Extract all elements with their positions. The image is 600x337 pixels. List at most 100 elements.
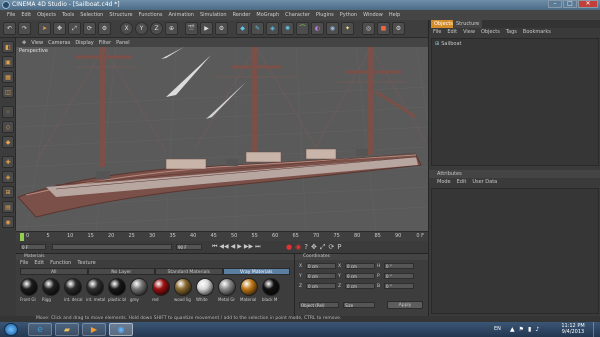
material-item[interactable]: red <box>152 278 172 302</box>
coordinate-field[interactable]: 0 cm <box>306 283 336 289</box>
object-menu-bookmarks[interactable]: Bookmarks <box>523 29 551 36</box>
material-item[interactable]: plastic bl <box>108 278 128 302</box>
materials-menu-texture[interactable]: Texture <box>77 260 95 267</box>
coordinate-field[interactable]: 0 cm <box>345 283 375 289</box>
materials-menu-file[interactable]: File <box>20 260 28 267</box>
preview-range-slider[interactable] <box>52 244 172 250</box>
autokey-icon[interactable]: ◉ <box>295 243 301 252</box>
material-item[interactable]: White <box>196 278 216 302</box>
coordinate-mode-select[interactable]: Object (Rel) <box>299 302 339 308</box>
go-to-end-icon[interactable]: ⏭ <box>255 243 260 251</box>
previous-frame-icon[interactable]: ◀ <box>231 243 236 251</box>
explorer-taskbar-icon[interactable]: ▰ <box>55 323 79 336</box>
menu-mograph[interactable]: MoGraph <box>253 12 282 18</box>
object-tree-item[interactable]: ⊞ Sailboat <box>435 41 461 47</box>
media-player-taskbar-icon[interactable]: ▶ <box>82 323 106 336</box>
menu-python[interactable]: Python <box>337 12 360 18</box>
make-editable-icon[interactable]: ◧ <box>2 41 14 53</box>
object-tree[interactable]: ⊞ Sailboat <box>431 38 599 166</box>
viewport-menu-view[interactable]: View <box>31 40 43 46</box>
coordinate-field[interactable]: 0 ° <box>384 283 414 289</box>
cinema4d-taskbar-icon[interactable]: ◉ <box>109 323 133 336</box>
coordinate-field[interactable]: 0 cm <box>345 263 375 269</box>
render-picture-viewer-icon[interactable]: ▶ <box>200 22 213 35</box>
scale-key-icon[interactable]: ⤢ <box>320 243 326 252</box>
ie-taskbar-icon[interactable]: e <box>28 323 52 336</box>
record-icon[interactable]: ● <box>286 243 292 252</box>
menu-tools[interactable]: Tools <box>59 12 77 18</box>
points-mode-icon[interactable]: ⁘ <box>2 106 14 118</box>
coordinate-field[interactable]: 0 cm <box>345 273 375 279</box>
attributes-menu-user-data[interactable]: User Data <box>472 179 497 186</box>
polygons-mode-icon[interactable]: ◆ <box>2 136 14 148</box>
menu-window[interactable]: Window <box>360 12 386 18</box>
materials-tab[interactable]: Standard Materials <box>155 268 223 275</box>
action-center-icon[interactable]: ⚑ <box>519 326 524 333</box>
attributes-menu-mode[interactable]: Mode <box>437 179 451 186</box>
material-item[interactable]: wood lig <box>174 278 194 302</box>
menu-simulation[interactable]: Simulation <box>197 12 230 18</box>
apply-button[interactable]: Apply <box>387 301 423 309</box>
cube-icon[interactable]: ◆ <box>236 22 249 35</box>
view-move-icon[interactable]: ✥ <box>22 40 26 46</box>
previous-key-icon[interactable]: ◀◀ <box>219 243 228 251</box>
coordinate-field[interactable]: 0 cm <box>306 273 336 279</box>
object-tab-structure[interactable]: Structure <box>453 20 483 28</box>
play-icon[interactable]: ▶ <box>237 243 242 251</box>
undo-icon[interactable]: ↶ <box>3 22 16 35</box>
subdivision-surface-icon[interactable]: ◈ <box>266 22 279 35</box>
viewport-menu-cameras[interactable]: Cameras <box>48 40 70 46</box>
material-item[interactable]: Metal Gr <box>218 278 238 302</box>
coordinate-field[interactable]: 0 ° <box>384 263 414 269</box>
rotate-tool-icon[interactable]: ⟳ <box>83 22 96 35</box>
clock[interactable]: 11:12 PM 9/4/2013 <box>556 323 590 335</box>
coordinate-field[interactable]: 0 cm <box>306 263 336 269</box>
object-menu-objects[interactable]: Objects <box>481 29 500 36</box>
material-item[interactable]: Rigg <box>42 278 62 302</box>
menu-edit[interactable]: Edit <box>18 12 34 18</box>
x-axis-button[interactable]: X <box>120 22 133 35</box>
viewport-menu-filter[interactable]: Filter <box>99 40 111 46</box>
tray-up-arrow-icon[interactable]: ▲ <box>510 326 515 333</box>
menu-structure[interactable]: Structure <box>106 12 135 18</box>
pen-spline-icon[interactable]: ✎ <box>251 22 264 35</box>
timeline-playhead[interactable] <box>20 233 24 241</box>
object-menu-edit[interactable]: Edit <box>447 29 457 36</box>
minimize-button[interactable]: – <box>548 0 562 8</box>
materials-tab[interactable]: All <box>20 268 88 275</box>
materials-tab[interactable]: Vray Materials <box>222 268 290 275</box>
start-button[interactable] <box>4 323 18 336</box>
tweak-mode-icon[interactable]: ◈ <box>2 171 14 183</box>
vray-render-icon[interactable]: ■ <box>377 22 390 35</box>
live-selection-icon[interactable]: ➤ <box>38 22 51 35</box>
array-icon[interactable]: ✺ <box>281 22 294 35</box>
axis-mode-icon[interactable]: ✚ <box>2 156 14 168</box>
coordinate-system-icon[interactable]: ⊕ <box>165 22 178 35</box>
go-to-start-icon[interactable]: ⏮ <box>212 243 217 251</box>
scale-tool-icon[interactable]: ⤢ <box>68 22 81 35</box>
workplane-icon[interactable]: ◫ <box>2 86 14 98</box>
show-desktop-button[interactable] <box>593 322 600 337</box>
menu-render[interactable]: Render <box>230 12 254 18</box>
y-axis-button[interactable]: Y <box>135 22 148 35</box>
render-view-icon[interactable]: 🎬 <box>185 22 198 35</box>
snap-icon[interactable]: ⊞ <box>2 186 14 198</box>
coordinate-field[interactable]: 0 ° <box>384 273 414 279</box>
viewport-menu-panel[interactable]: Panel <box>116 40 130 46</box>
menu-objects[interactable]: Objects <box>34 12 59 18</box>
material-item[interactable]: Material <box>240 278 260 302</box>
render-settings-icon[interactable]: ⚙ <box>215 22 228 35</box>
start-frame-field[interactable]: 0 F <box>20 244 46 250</box>
position-key-icon[interactable]: ✥ <box>311 243 317 252</box>
vray-settings-icon[interactable]: ⚙ <box>392 22 405 35</box>
network-icon[interactable]: ▮ <box>528 326 531 333</box>
param-key-icon[interactable]: P <box>337 243 341 252</box>
model-mode-icon[interactable]: ▣ <box>2 56 14 68</box>
camera-icon[interactable]: ◉ <box>326 22 339 35</box>
menu-help[interactable]: Help <box>386 12 403 18</box>
material-item[interactable]: grey <box>130 278 150 302</box>
materials-tab[interactable]: No Layer <box>87 268 155 275</box>
vray-bridge-icon[interactable]: ◎ <box>362 22 375 35</box>
menu-animation[interactable]: Animation <box>165 12 197 18</box>
size-mode-select[interactable]: Size <box>343 302 375 308</box>
